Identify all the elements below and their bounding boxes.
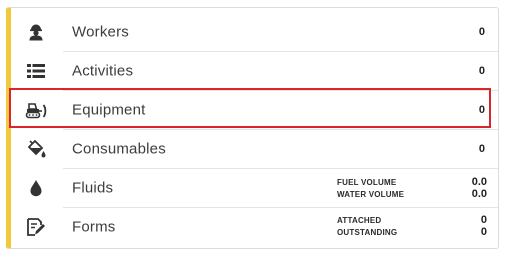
- fuel-volume-label: FUEL VOLUME: [337, 178, 397, 187]
- worker-icon: [25, 21, 47, 43]
- water-volume-label: WATER VOLUME: [337, 190, 405, 199]
- row-consumables[interactable]: Consumables 0: [11, 130, 499, 168]
- row-label: Fluids: [72, 179, 114, 197]
- row-activities[interactable]: Activities 0: [11, 52, 499, 90]
- outstanding-value: 0: [480, 226, 487, 238]
- row-value: 0: [478, 65, 485, 77]
- row-value: 0: [478, 26, 485, 38]
- form-edit-icon: [25, 216, 47, 238]
- paint-bucket-icon: [25, 138, 47, 160]
- outstanding-label: OUTSTANDING: [337, 228, 398, 237]
- fuel-volume: FUEL VOLUME 0.0: [337, 176, 487, 188]
- water-volume: WATER VOLUME 0.0: [337, 188, 487, 200]
- list-icon: [25, 60, 47, 82]
- row-label: Forms: [72, 218, 116, 236]
- attached-label: ATTACHED: [337, 216, 382, 225]
- droplet-icon: [25, 177, 47, 199]
- water-volume-value: 0.0: [471, 188, 487, 200]
- row-label: Consumables: [72, 140, 166, 158]
- row-forms[interactable]: Forms ATTACHED 0 OUTSTANDING 0: [11, 208, 499, 246]
- row-label: Workers: [72, 23, 129, 41]
- row-value: 0: [478, 143, 485, 155]
- summary-card: Workers 0 Activities 0 Equipment 0 Consu…: [6, 7, 499, 249]
- row-label: Activities: [72, 62, 134, 80]
- forms-attached: ATTACHED 0: [337, 214, 487, 226]
- bulldozer-icon: [25, 99, 47, 121]
- fuel-volume-value: 0.0: [471, 176, 487, 188]
- forms-outstanding: OUTSTANDING 0: [337, 226, 487, 238]
- row-workers[interactable]: Workers 0: [11, 13, 499, 51]
- row-fluids[interactable]: Fluids FUEL VOLUME 0.0 WATER VOLUME 0.0: [11, 169, 499, 207]
- attached-value: 0: [480, 214, 487, 226]
- row-equipment[interactable]: Equipment 0: [11, 91, 499, 129]
- row-value: 0: [478, 104, 485, 116]
- row-label: Equipment: [72, 101, 146, 119]
